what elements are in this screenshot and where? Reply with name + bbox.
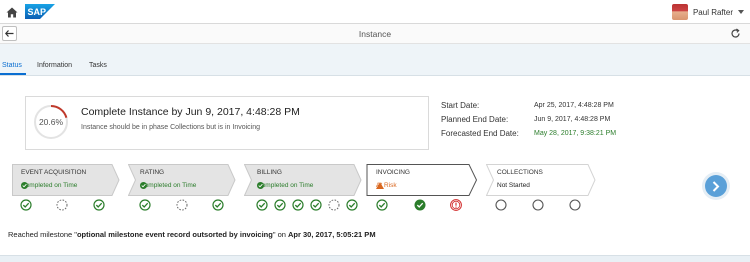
shell-bar: SAP Paul Rafter (0, 0, 750, 24)
summary-subtitle: Instance should be in phase Collections … (81, 124, 260, 131)
phase-collections[interactable]: COLLECTIONS Not Started (486, 164, 596, 196)
milestone-completed-icon[interactable] (346, 199, 358, 211)
status-content: 20.6% Complete Instance by Jun 9, 2017, … (0, 76, 750, 262)
phase-name: RATING (140, 169, 165, 176)
phase-name: COLLECTIONS (497, 169, 543, 176)
planned-end-date-label: Planned End Date: (441, 115, 509, 124)
chevron-right-icon (712, 180, 720, 192)
milestone-completed-icon[interactable] (256, 199, 268, 211)
milestone-error-icon[interactable] (450, 199, 462, 211)
tab-information[interactable]: Information (37, 62, 72, 69)
milestone-completed-icon[interactable] (274, 199, 286, 211)
progress-percent: 20.6% (39, 117, 64, 127)
milestone-completed-icon[interactable] (310, 199, 322, 211)
phase-name: BILLING (257, 169, 282, 176)
milestone-not-started-icon[interactable] (569, 199, 581, 211)
planned-end-date-value: Jun 9, 2017, 4:48:28 PM (534, 116, 611, 123)
avatar (671, 4, 688, 20)
user-menu[interactable]: Paul Rafter (671, 3, 744, 21)
summary-title: Complete Instance by Jun 9, 2017, 4:48:2… (81, 106, 300, 118)
phase-event-acquisition[interactable]: EVENT ACQUISITION Completed on Time (12, 164, 120, 196)
milestone-note: Reached milestone "optional milestone ev… (8, 230, 376, 239)
chevron-down-icon (738, 10, 744, 14)
phase-billing[interactable]: BILLING Completed on Time (244, 164, 362, 196)
tab-status[interactable]: Status (2, 62, 22, 69)
check-circle-icon (140, 182, 147, 189)
phase-name: INVOICING (376, 169, 410, 176)
milestone-current-icon[interactable] (414, 199, 426, 211)
phase-status: Completed on Time (21, 182, 78, 189)
warning-icon (376, 182, 384, 189)
sap-logo: SAP (25, 4, 55, 19)
tab-tasks[interactable]: Tasks (89, 62, 107, 69)
bottom-strip (0, 255, 750, 262)
forecasted-end-date-label: Forecasted End Date: (441, 129, 519, 138)
phase-status: Completed on Time (140, 182, 197, 189)
progress-ring: 20.6% (34, 105, 68, 139)
active-tab-indicator (0, 73, 26, 75)
phase-status: Completed on Time (257, 182, 314, 189)
title-bar: Instance (0, 24, 750, 44)
milestone-pending-icon[interactable] (176, 199, 188, 211)
next-phase-button[interactable] (705, 175, 727, 197)
milestone-name: optional milestone event record outsorte… (76, 230, 273, 239)
milestone-not-started-icon[interactable] (532, 199, 544, 211)
page-title: Instance (358, 29, 392, 39)
check-circle-icon (21, 182, 28, 189)
milestone-date: Apr 30, 2017, 5:05:21 PM (288, 230, 376, 239)
phase-invoicing[interactable]: INVOICING At Risk (366, 164, 478, 196)
phase-name: EVENT ACQUISITION (21, 169, 87, 176)
svg-text:SAP: SAP (28, 7, 47, 17)
start-date-label: Start Date: (441, 101, 480, 110)
home-button[interactable] (3, 3, 21, 21)
milestone-pending-icon[interactable] (56, 199, 68, 211)
milestone-completed-icon[interactable] (93, 199, 105, 211)
refresh-icon[interactable] (730, 28, 741, 39)
user-name: Paul Rafter (692, 7, 733, 17)
check-circle-icon (257, 182, 264, 189)
phase-status: At Risk (376, 182, 397, 189)
milestone-pending-icon[interactable] (328, 199, 340, 211)
start-date-value: Apr 25, 2017, 4:48:28 PM (534, 102, 614, 109)
instance-summary-card: 20.6% Complete Instance by Jun 9, 2017, … (25, 96, 429, 150)
milestone-not-started-icon[interactable] (495, 199, 507, 211)
phase-status: Not Started (497, 182, 530, 189)
home-icon (6, 7, 18, 17)
milestone-completed-icon[interactable] (292, 199, 304, 211)
milestone-completed-icon[interactable] (20, 199, 32, 211)
forecasted-end-date-value: May 28, 2017, 9:38:21 PM (534, 130, 617, 137)
milestone-completed-icon[interactable] (139, 199, 151, 211)
tab-bar: Status Information Tasks (0, 44, 750, 76)
phase-rating[interactable]: RATING Completed on Time (128, 164, 236, 196)
milestone-completed-icon[interactable] (376, 199, 388, 211)
milestone-completed-icon[interactable] (212, 199, 224, 211)
